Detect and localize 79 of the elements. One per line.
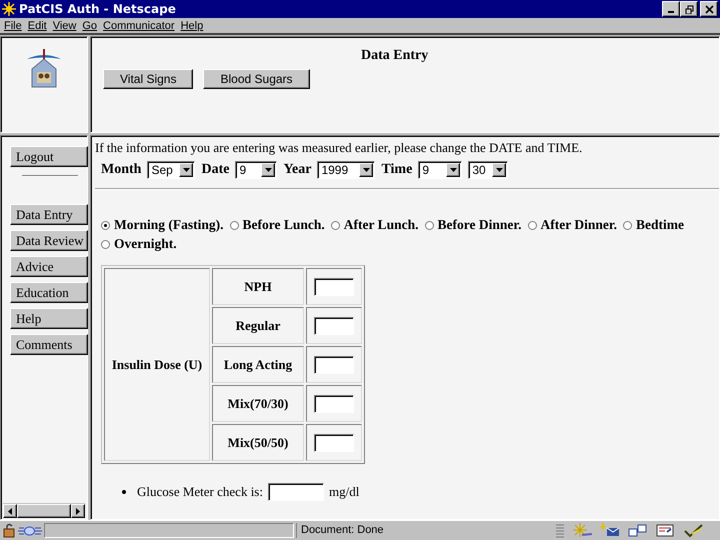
radio-label: Before Lunch.: [242, 217, 325, 233]
compass-icon: [572, 523, 592, 538]
lock-icon: [2, 523, 16, 538]
close-icon: [704, 4, 714, 14]
nav-button[interactable]: Comments: [10, 334, 88, 355]
right-arrow-icon: [76, 508, 80, 514]
dropdown[interactable]: Sep: [147, 161, 196, 179]
minimize-button[interactable]: [662, 1, 680, 17]
instruction-text: If the information you are entering was measured earlier, please change the DATE and TIME.: [95, 140, 584, 156]
plug-icon: [18, 524, 42, 538]
caret-icon: [496, 168, 503, 172]
menu-item[interactable]: Go: [80, 20, 102, 32]
input-field[interactable]: [314, 356, 354, 374]
radio-button[interactable]: [101, 220, 110, 230]
menu-item[interactable]: File: [2, 20, 26, 32]
glucose-label: Glucose Meter check is:: [137, 484, 263, 500]
maximize-button[interactable]: [680, 1, 698, 17]
table-cell: Mix(70/30): [212, 385, 304, 422]
dropdown[interactable]: 1999: [317, 161, 376, 179]
menu-item[interactable]: Communicator: [101, 20, 179, 32]
caret-icon: [450, 168, 457, 172]
menu-item[interactable]: View: [50, 20, 80, 32]
caret-icon: [182, 168, 190, 172]
radio-label: After Dinner.: [540, 217, 618, 233]
input-field[interactable]: [268, 483, 324, 501]
restore-icon: [684, 4, 694, 14]
caret-icon: [264, 168, 272, 172]
nav-button[interactable]: Vital Signs: [103, 69, 194, 89]
menu-item[interactable]: Edit: [26, 20, 51, 32]
table-cell: Mix(50/50): [212, 424, 304, 461]
input-field[interactable]: [314, 394, 354, 412]
radio-button[interactable]: [623, 220, 632, 230]
unit-label: mg/dl: [328, 484, 360, 500]
left-arrow-icon: [8, 508, 12, 514]
radio-label: Bedtime: [636, 217, 684, 233]
input-field[interactable]: [314, 316, 354, 334]
close-button[interactable]: [700, 1, 718, 17]
nav-button[interactable]: Education: [10, 282, 88, 303]
radio-button[interactable]: [230, 220, 238, 230]
nav-button[interactable]: Data Entry: [10, 204, 88, 225]
status-text: Document: Done: [296, 523, 554, 538]
dropdown[interactable]: 9: [235, 161, 278, 179]
scroll-right-button[interactable]: [71, 504, 85, 518]
field-label: Date: [201, 162, 230, 178]
dropdown[interactable]: 9: [418, 161, 462, 179]
radio-label: Overnight.: [114, 236, 177, 252]
input-field[interactable]: [314, 278, 354, 296]
bullet-icon: [122, 490, 126, 494]
radio-button[interactable]: [101, 240, 110, 248]
grip-icon: [556, 523, 564, 538]
radio-label: After Lunch.: [344, 217, 419, 233]
window-title: PatCIS Auth - Netscape: [19, 2, 177, 16]
radio-label: Before Dinner.: [438, 217, 522, 233]
scrollbar-thumb[interactable]: [17, 504, 71, 518]
table-cell: NPH: [212, 268, 304, 305]
table-cell: Regular: [212, 307, 304, 344]
nav-button[interactable]: Data Review: [10, 230, 88, 251]
logout-button[interactable]: Logout: [10, 146, 88, 167]
nav-button[interactable]: Advice: [10, 256, 88, 277]
table-cell: Insulin Dose (U): [104, 268, 210, 461]
dropdown[interactable]: 30: [468, 161, 508, 179]
field-label: Month: [101, 162, 142, 178]
caret-icon: [362, 168, 370, 172]
page-title: Data Entry: [361, 48, 428, 64]
nav-button[interactable]: Help: [10, 308, 88, 329]
field-label: Year: [283, 162, 312, 178]
input-field[interactable]: [314, 434, 354, 452]
radio-button[interactable]: [424, 220, 434, 230]
scroll-left-button[interactable]: [3, 504, 17, 518]
minimize-icon: [668, 11, 674, 13]
netscape-icon: [2, 2, 16, 16]
checkmark-icon: [684, 523, 704, 538]
radio-label: Morning (Fasting).: [114, 217, 224, 233]
field-label: Time: [381, 162, 412, 178]
nav-button[interactable]: Blood Sugars: [203, 69, 310, 89]
radio-button[interactable]: [330, 220, 340, 230]
table-cell: Long Acting: [212, 346, 304, 383]
radio-button[interactable]: [528, 220, 537, 230]
menu-item[interactable]: Help: [178, 20, 208, 32]
